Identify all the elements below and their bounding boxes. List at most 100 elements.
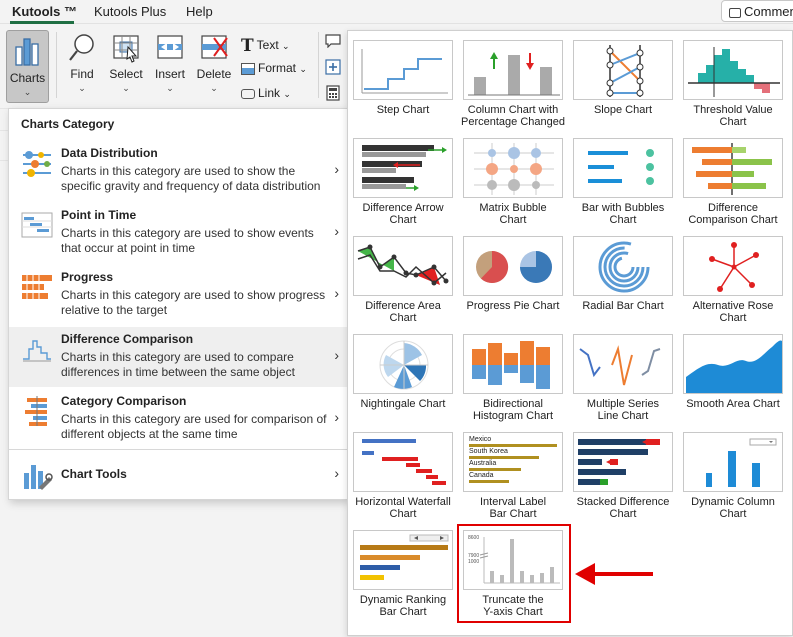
insert-button[interactable]: Insert ⌄ (150, 32, 190, 94)
charts-category-header: Charts Category (21, 117, 115, 131)
chevron-down-icon: ⌄ (210, 83, 218, 93)
gallery-item-step-chart[interactable]: Step Chart (351, 40, 455, 116)
category-description: Charts in this category are used to comp… (61, 350, 295, 379)
gallery-item-difference-area-chart[interactable]: Difference Area Chart (351, 236, 455, 324)
difference-arrow-thumbnail (353, 138, 453, 198)
category-title: Category Comparison (61, 394, 187, 408)
tab-help[interactable]: Help (186, 4, 213, 19)
gallery-item-alternative-rose-chart[interactable]: Alternative Rose Chart (681, 236, 785, 324)
link-label: Link (258, 86, 281, 100)
comment-icon[interactable] (325, 34, 341, 48)
category-chart-tools[interactable]: Chart Tools › (9, 453, 347, 497)
data-distribution-icon (23, 151, 51, 177)
column-percentage-icon (468, 52, 560, 96)
gallery-item-bidirectional-histogram-chart[interactable]: Bidirectional Histogram Chart (461, 334, 565, 422)
tab-kutools[interactable]: Kutools ™ (12, 4, 77, 19)
dynamic-column-icon (706, 438, 777, 487)
gallery-item-interval-label-bar-chart[interactable]: Mexico South Korea Australia Canada Inte… (461, 432, 565, 520)
matrix-bubble-icon (474, 143, 554, 195)
format-button[interactable]: Format ⌄ (241, 61, 307, 75)
gallery-item-label: Horizontal Waterfall Chart (355, 496, 451, 520)
gallery-item-label: Column Chart with Percentage Changed (461, 104, 565, 128)
gallery-item-label: Difference Arrow Chart (362, 202, 444, 226)
category-description: Charts in this category are used to show… (61, 288, 326, 317)
gallery-item-label: Dynamic Ranking Bar Chart (359, 594, 447, 618)
gallery-item-column-chart-percentage[interactable]: Column Chart with Percentage Changed (461, 40, 565, 128)
chevron-down-icon: ⌄ (282, 41, 290, 52)
gallery-item-label: Difference Area Chart (365, 300, 441, 324)
ribbon-tab-bar: Kutools ™ Kutools Plus Help Commen (0, 0, 793, 24)
gallery-item-progress-pie-chart[interactable]: Progress Pie Chart (461, 236, 565, 312)
gallery-item-nightingale-chart[interactable]: Nightingale Chart (351, 334, 455, 410)
point-in-time-icon (21, 212, 53, 238)
gallery-item-label: Matrix Bubble Chart (479, 202, 547, 226)
charts-icon (14, 38, 39, 66)
dynamic-ranking-bar-icon (360, 534, 449, 580)
chevron-down-icon: ⌄ (78, 83, 86, 93)
gallery-item-label: Interval Label Bar Chart (479, 496, 547, 520)
gallery-item-label: Bidirectional Histogram Chart (472, 398, 554, 422)
gallery-item-label: Stacked Difference Chart (576, 496, 670, 520)
charts-label: Charts (9, 71, 46, 85)
text-button[interactable]: T Text ⌄ (241, 36, 290, 56)
find-button[interactable]: Find ⌄ (62, 32, 102, 94)
chevron-right-icon: › (334, 347, 339, 363)
delete-button[interactable]: Delete ⌄ (194, 32, 234, 94)
category-point-in-time[interactable]: Point in Time Charts in this category ar… (9, 203, 347, 263)
comments-button[interactable]: Commen (721, 0, 793, 22)
gallery-item-radial-bar-chart[interactable]: Radial Bar Chart (571, 236, 675, 312)
bar-with-bubbles-icon (588, 149, 654, 185)
delete-label: Delete (196, 67, 232, 81)
gallery-item-difference-arrow-chart[interactable]: Difference Arrow Chart (351, 138, 455, 226)
stacked-difference-icon (578, 439, 660, 485)
chevron-down-icon: ⌄ (299, 64, 307, 74)
tab-kutools-plus[interactable]: Kutools Plus (94, 4, 166, 19)
charts-button[interactable]: Charts ⌄ (6, 30, 49, 103)
gallery-item-slope-chart[interactable]: Slope Chart (571, 40, 675, 116)
category-progress[interactable]: Progress Charts in this category are use… (9, 265, 347, 325)
ribbon-separator (318, 32, 319, 98)
dynamic-ranking-bar-thumbnail (353, 530, 453, 590)
gallery-item-matrix-bubble-chart[interactable]: Matrix Bubble Chart (461, 138, 565, 226)
link-button[interactable]: Link ⌄ (241, 86, 291, 100)
gallery-item-multiple-series-line-chart[interactable]: Multiple Series Line Chart (571, 334, 675, 422)
interval-label-australia: Australia (469, 460, 497, 467)
slope-chart-icon (606, 45, 644, 97)
calculator-icon[interactable] (325, 85, 341, 101)
chevron-down-icon: ⌄ (122, 83, 130, 93)
gallery-item-label: Progress Pie Chart (466, 300, 560, 312)
category-difference-comparison[interactable]: Difference Comparison Charts in this cat… (9, 327, 347, 387)
gallery-item-dynamic-ranking-bar-chart[interactable]: Dynamic Ranking Bar Chart (351, 530, 455, 618)
category-category-comparison[interactable]: Category Comparison Charts in this categ… (9, 389, 347, 449)
category-data-distribution[interactable]: Data Distribution Charts in this categor… (9, 141, 347, 201)
step-chart-icon (361, 49, 448, 94)
chart-tools-icon (24, 465, 53, 490)
difference-area-icon (357, 244, 449, 286)
gallery-item-smooth-area-chart[interactable]: Smooth Area Chart (681, 334, 785, 410)
threshold-value-icon (688, 47, 780, 97)
gallery-item-label: Radial Bar Chart (582, 300, 664, 312)
category-title: Data Distribution (61, 146, 158, 160)
gallery-item-label: Bar with Bubbles Chart (581, 202, 665, 226)
gallery-item-difference-comparison-chart[interactable]: Difference Comparison Chart (681, 138, 785, 226)
chevron-down-icon: ⌄ (166, 83, 174, 93)
chevron-right-icon: › (334, 285, 339, 301)
interval-bar (469, 456, 539, 459)
category-description: Charts in this category are used to show… (61, 226, 314, 255)
radial-bar-icon (598, 241, 650, 293)
interval-bar (469, 468, 521, 471)
gallery-item-label: Smooth Area Chart (686, 398, 780, 410)
gallery-item-bar-with-bubbles-chart[interactable]: Bar with Bubbles Chart (571, 138, 675, 226)
add-icon[interactable] (325, 59, 341, 75)
matrix-bubble-thumbnail (463, 138, 563, 198)
gallery-item-label: Step Chart (376, 104, 430, 116)
step-chart-thumbnail (353, 40, 453, 100)
gallery-item-stacked-difference-chart[interactable]: Stacked Difference Chart (571, 432, 675, 520)
select-button[interactable]: Select ⌄ (106, 32, 146, 94)
horizontal-waterfall-thumbnail (353, 432, 453, 492)
chevron-right-icon: › (334, 465, 339, 481)
gallery-item-dynamic-column-chart[interactable]: Dynamic Column Chart (681, 432, 785, 520)
gallery-item-threshold-value-chart[interactable]: Threshold Value Chart (681, 40, 785, 128)
gallery-item-horizontal-waterfall-chart[interactable]: Horizontal Waterfall Chart (351, 432, 455, 520)
category-title: Difference Comparison (61, 332, 194, 346)
